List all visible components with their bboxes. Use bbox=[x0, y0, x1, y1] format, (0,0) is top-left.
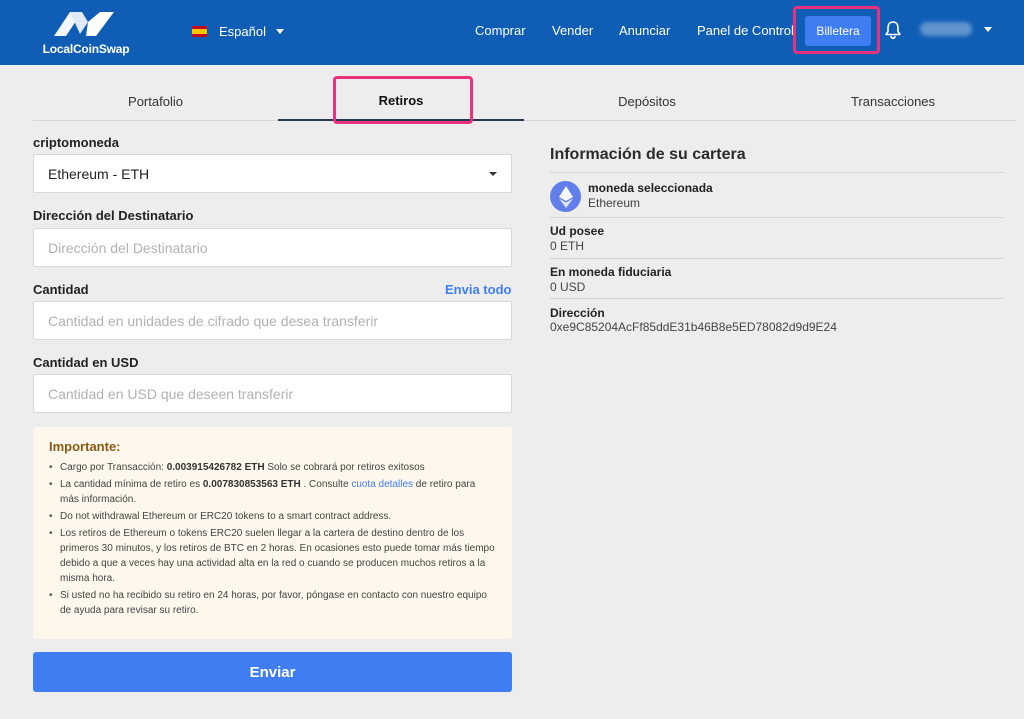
usd-amount-input[interactable]: Cantidad en USD que deseen transferir bbox=[33, 374, 512, 413]
chevron-down-icon bbox=[489, 172, 497, 176]
retiros-highlight-box bbox=[333, 76, 473, 124]
list-item: Los retiros de Ethereum o tokens ERC20 s… bbox=[49, 526, 496, 586]
tab-portafolio[interactable]: Portafolio bbox=[33, 81, 278, 121]
language-label: Español bbox=[219, 23, 266, 39]
logo[interactable]: LocalCoinSwap bbox=[38, 10, 134, 58]
tab-depositos[interactable]: Depósitos bbox=[524, 81, 770, 121]
holdings-label: Ud posee bbox=[550, 224, 605, 238]
chevron-down-icon bbox=[984, 26, 992, 32]
ethereum-icon bbox=[550, 181, 581, 212]
language-selector[interactable]: Español bbox=[192, 22, 284, 40]
user-menu[interactable] bbox=[920, 22, 992, 36]
selected-currency-label: moneda seleccionada bbox=[588, 181, 713, 195]
submit-button[interactable]: Enviar bbox=[33, 652, 512, 692]
logo-icon bbox=[54, 12, 114, 36]
fee-details-link[interactable]: cuota detalles bbox=[351, 479, 413, 490]
wallet-info-title: Información de su cartera bbox=[550, 146, 746, 163]
selected-currency-value: Ethereum bbox=[588, 196, 641, 210]
bell-icon[interactable] bbox=[884, 20, 902, 40]
wallet-tabs: Portafolio Retiros Depósitos Transaccion… bbox=[33, 81, 1016, 121]
amount-label: Cantidad bbox=[33, 282, 89, 297]
tab-transacciones[interactable]: Transacciones bbox=[770, 81, 1016, 121]
list-item: La cantidad mínima de retiro es 0.007830… bbox=[49, 477, 496, 507]
list-item: Cargo por Transacción: 0.003915426782 ET… bbox=[49, 460, 496, 475]
fiat-label: En moneda fiduciaria bbox=[550, 265, 672, 279]
nav-comprar[interactable]: Comprar bbox=[475, 23, 526, 38]
address-info-label: Dirección bbox=[550, 306, 605, 320]
username-blurred bbox=[920, 22, 972, 36]
list-item: Si usted no ha recibido su retiro en 24 … bbox=[49, 588, 496, 618]
crypto-select-value: Ethereum - ETH bbox=[48, 165, 150, 182]
spain-flag-icon bbox=[192, 25, 207, 37]
divider bbox=[550, 217, 1004, 218]
nav-panel-de-control[interactable]: Panel de Control bbox=[697, 23, 794, 38]
fee-value: 0.003915426782 ETH bbox=[166, 462, 265, 473]
notice-title: Importante: bbox=[49, 439, 121, 454]
address-label: Dirección del Destinatario bbox=[33, 208, 194, 223]
crypto-select[interactable]: Ethereum - ETH bbox=[33, 154, 512, 193]
holdings-value: 0 ETH bbox=[550, 239, 585, 253]
notice-list: Cargo por Transacción: 0.003915426782 ET… bbox=[49, 460, 496, 618]
wallet-address-value: 0xe9C85204AcFf85ddE31b46B8e5ED78082d9d9E… bbox=[550, 320, 837, 334]
nav-vender[interactable]: Vender bbox=[552, 23, 593, 38]
amount-input[interactable]: Cantidad en unidades de cifrado que dese… bbox=[33, 301, 512, 340]
wallet-button[interactable]: Billetera bbox=[805, 16, 871, 46]
divider bbox=[550, 172, 1004, 173]
min-withdrawal-value: 0.007830853563 ETH bbox=[202, 479, 301, 490]
crypto-label: criptomoneda bbox=[33, 135, 119, 150]
nav-anunciar[interactable]: Anunciar bbox=[619, 23, 670, 38]
divider bbox=[550, 298, 1004, 299]
logo-text: LocalCoinSwap bbox=[42, 42, 130, 56]
top-navigation-bar: LocalCoinSwap Español Comprar Vender Anu… bbox=[0, 0, 1024, 65]
fiat-value: 0 USD bbox=[550, 280, 586, 294]
list-item: Do not withdrawal Ethereum or ERC20 toke… bbox=[49, 509, 496, 524]
send-all-link[interactable]: Envia todo bbox=[445, 282, 511, 297]
divider bbox=[550, 258, 1004, 259]
usd-amount-label: Cantidad en USD bbox=[33, 355, 139, 370]
chevron-down-icon bbox=[275, 28, 284, 34]
important-notice: Importante: Cargo por Transacción: 0.003… bbox=[33, 427, 512, 639]
address-input[interactable]: Dirección del Destinatario bbox=[33, 228, 512, 267]
